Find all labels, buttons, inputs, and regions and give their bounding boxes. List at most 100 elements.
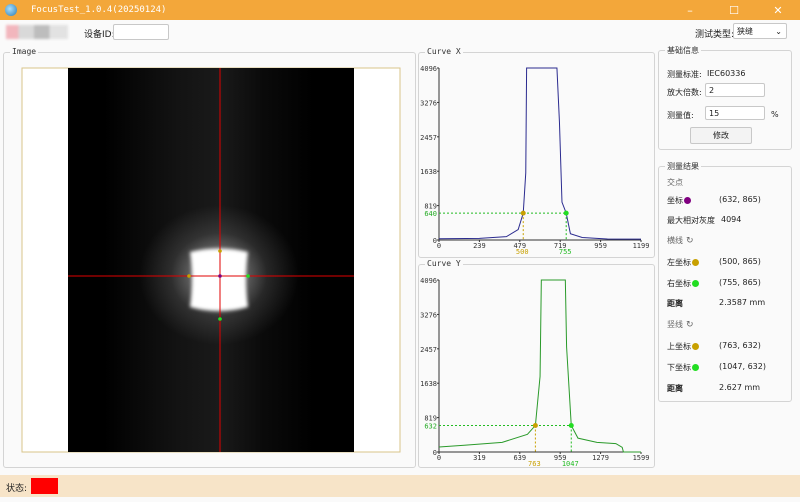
basic-info-panel: 基础信息 测量标准: IEC60336 放大倍数: 2 测量值: 15 % 修改 [658, 45, 792, 150]
maximize-icon[interactable]: ☐ [712, 0, 756, 20]
title-bar: FocusTest_1.0.4(20250124) – ☐ ✕ [0, 0, 800, 20]
curve-x-panel: Curve X 4096 3276 2457 1638 819 0 0 239 479 719 95… [418, 47, 655, 258]
magnification-label: 放大倍数: [667, 88, 702, 97]
measure-input[interactable]: 15 [705, 106, 765, 120]
left-edge-point [532, 422, 538, 428]
x-tick-label: 0 [437, 454, 441, 462]
device-id-input[interactable] [113, 24, 169, 40]
bottom-coord-value: (1047, 632) [719, 362, 766, 371]
curve-y-panel: Curve Y 4096 3276 2457 1638 819 0 0 319 639 959 12… [418, 259, 655, 468]
measure-label: 测量值: [667, 111, 694, 120]
right-edge-point [563, 210, 569, 216]
top-edge-marker [218, 249, 222, 253]
right-marker-label: 755 [559, 248, 572, 256]
y-tick-label: 819 [424, 415, 437, 423]
chevron-down-icon: ⌄ [775, 26, 782, 36]
window-title: FocusTest_1.0.4(20250124) [31, 5, 167, 15]
max-gray-value: 4094 [721, 215, 742, 224]
right-edge-marker [246, 274, 250, 278]
intersection-label: 交点 [667, 178, 683, 187]
app-window: FocusTest_1.0.4(20250124) – ☐ ✕ 设备ID: 测试… [0, 0, 800, 502]
x-tick-label: 319 [473, 454, 486, 462]
green-dot-icon [692, 280, 699, 287]
top-coord-label: 上坐标 [667, 342, 691, 351]
max-gray-label: 最大相对灰度 [667, 216, 715, 225]
y-tick-label: 2457 [420, 346, 437, 354]
test-type-select[interactable]: 狭缝 ⌄ [733, 23, 787, 39]
y-tick-label: 4096 [420, 277, 437, 285]
v-distance-label: 距离 [667, 384, 683, 393]
x-tick-label: 639 [513, 454, 526, 462]
x-tick-label: 239 [473, 242, 486, 250]
v-distance-value: 2.627 mm [719, 383, 761, 392]
center-marker [218, 274, 222, 278]
top-coord-value: (763, 632) [719, 341, 761, 350]
left-edge-point [520, 210, 526, 216]
minimize-icon[interactable]: – [668, 0, 712, 20]
green-dot-icon [692, 364, 699, 371]
coord-label: 坐标 [667, 196, 683, 205]
h-line-label: 横线 [667, 236, 683, 245]
y-tick-label: 1638 [420, 380, 437, 388]
status-indicator [31, 478, 58, 494]
app-icon [5, 4, 17, 16]
v-line-row: 竖线 ↻ [667, 319, 694, 330]
results-panel: 测量结果 交点 坐标 (632, 865) 最大相对灰度 4094 横线 ↻ 左坐… [658, 161, 792, 402]
level-label: 632 [424, 422, 437, 430]
x-tick-label: 1279 [592, 454, 609, 462]
top-coord-row: 上坐标 [667, 341, 699, 352]
right-coord-label: 右坐标 [667, 279, 691, 288]
curve-y-chart: 409632762457163881900 319 639 959 1279 159963… [420, 277, 650, 467]
bottom-edge-marker [218, 317, 222, 321]
h-distance-label: 距离 [667, 299, 683, 308]
profile-line [438, 279, 641, 453]
device-id-label: 设备ID: [84, 30, 115, 40]
bottom-coord-row: 下坐标 [667, 362, 699, 373]
right-marker-label: 1047 [562, 460, 579, 467]
coord-value: (632, 865) [719, 195, 761, 204]
magnification-input[interactable]: 2 [705, 83, 765, 97]
company-logo [6, 25, 68, 39]
image-panel: Image [3, 47, 416, 468]
bottom-coord-label: 下坐标 [667, 363, 691, 372]
bright-spot [190, 248, 248, 311]
x-tick-label: 0 [437, 242, 441, 250]
h-line-row: 横线 ↻ [667, 235, 694, 246]
v-line-label: 竖线 [667, 320, 683, 329]
h-distance-value: 2.3587 mm [719, 298, 766, 307]
x-tick-label: 1599 [633, 454, 650, 462]
modify-button[interactable]: 修改 [690, 127, 752, 144]
refresh-icon[interactable]: ↻ [686, 320, 694, 330]
right-edge-point [568, 422, 574, 428]
status-label: 状态: [6, 484, 28, 494]
toolbar: 设备ID: 测试类型: 狭缝 ⌄ [0, 20, 800, 44]
status-bar: 状态: [0, 475, 800, 497]
left-marker-label: 500 [516, 248, 529, 256]
test-type-value: 狭缝 [737, 26, 753, 36]
yellow-dot-icon [692, 343, 699, 350]
purple-dot-icon [684, 197, 691, 204]
left-coord-value: (500, 865) [719, 257, 761, 266]
y-tick-label: 2457 [420, 134, 437, 142]
basic-info-title: 基础信息 [665, 45, 701, 56]
left-coord-label: 左坐标 [667, 258, 691, 267]
x-tick-label: 1199 [633, 242, 650, 250]
standard-label: 测量标准: [667, 70, 702, 79]
close-icon[interactable]: ✕ [756, 0, 800, 20]
x-tick-label: 959 [594, 242, 607, 250]
yellow-dot-icon [692, 259, 699, 266]
test-type-label: 测试类型: [695, 30, 735, 40]
camera-image[interactable] [4, 53, 415, 467]
standard-value: IEC60336 [707, 69, 746, 78]
measure-unit: % [771, 110, 779, 119]
results-title: 测量结果 [665, 161, 701, 172]
right-coord-row: 右坐标 [667, 278, 699, 289]
left-marker-label: 763 [528, 460, 541, 467]
y-tick-label: 3276 [420, 99, 437, 107]
right-coord-value: (755, 865) [719, 278, 761, 287]
y-tick-label: 4096 [420, 65, 437, 73]
level-label: 640 [424, 210, 437, 218]
curve-x-chart: 409632762457163881900 239 479 719 959 1199640… [420, 65, 650, 256]
y-tick-label: 3276 [420, 311, 437, 319]
refresh-icon[interactable]: ↻ [686, 236, 694, 246]
